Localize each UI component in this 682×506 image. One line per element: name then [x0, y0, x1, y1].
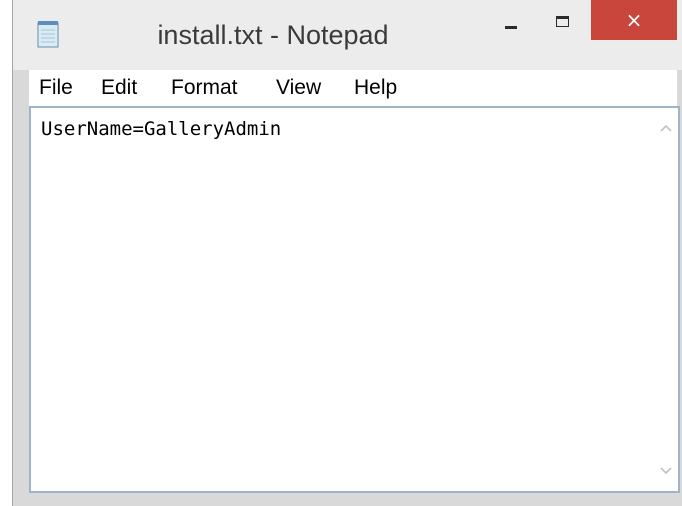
notepad-window: install.txt - Notepad × File Edit Format…: [12, 0, 682, 506]
menu-edit[interactable]: Edit: [101, 74, 137, 102]
window-title: install.txt - Notepad: [157, 20, 389, 50]
text-editor[interactable]: UserName=GalleryAdmin: [29, 106, 680, 493]
menu-file[interactable]: File: [39, 74, 73, 102]
menu-view[interactable]: View: [276, 74, 321, 102]
close-icon: ×: [625, 8, 643, 32]
editor-content[interactable]: UserName=GalleryAdmin: [41, 116, 281, 142]
maximize-button[interactable]: [535, 0, 589, 40]
menu-format[interactable]: Format: [171, 74, 238, 102]
minimize-button[interactable]: [487, 0, 535, 40]
scroll-down-icon[interactable]: [658, 463, 674, 479]
maximize-icon: [556, 16, 569, 27]
minimize-icon: [505, 26, 517, 29]
menu-bar: File Edit Format View Help: [29, 70, 677, 106]
close-button[interactable]: ×: [591, 0, 677, 40]
title-bar[interactable]: install.txt - Notepad ×: [13, 0, 682, 70]
scroll-up-icon[interactable]: [658, 120, 674, 136]
vertical-scrollbar[interactable]: [654, 108, 678, 491]
menu-help[interactable]: Help: [354, 74, 397, 102]
